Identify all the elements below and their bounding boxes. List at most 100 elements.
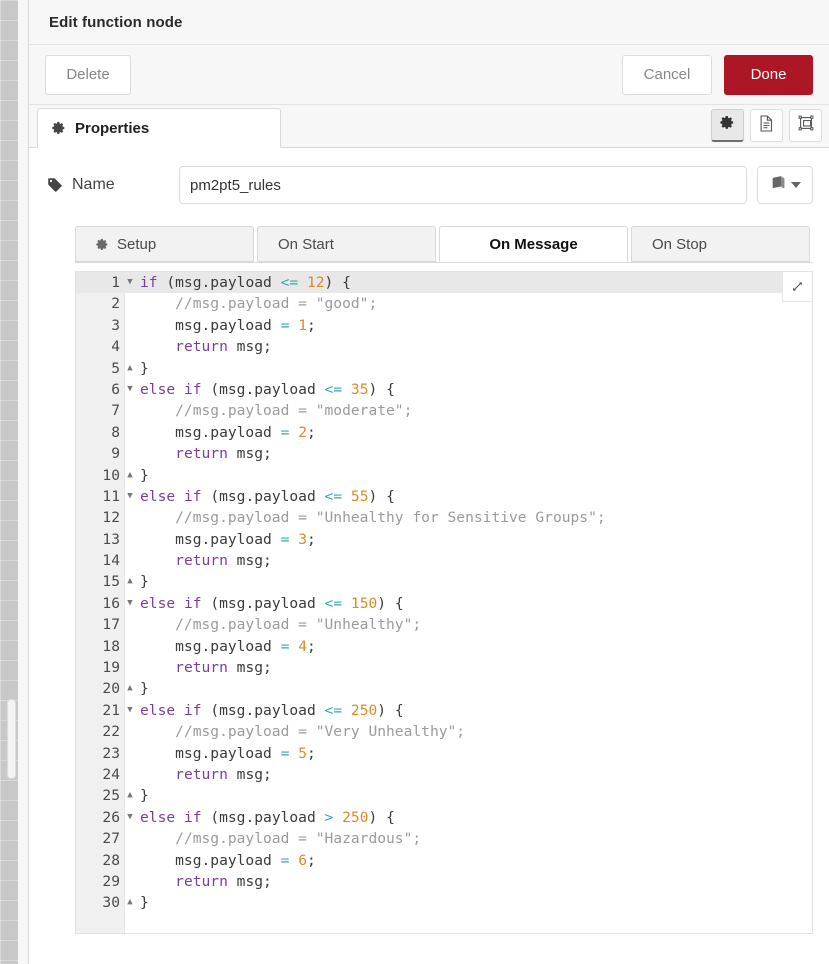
code-line-text: msg.payload = 4; (140, 637, 316, 655)
tab-properties-label: Properties (75, 119, 150, 137)
line-number: 22 (102, 723, 120, 741)
description-icon-button[interactable] (750, 109, 783, 142)
line-number: 18 (102, 637, 120, 655)
code-tab-bar: Setup On Start On Message On Stop (75, 226, 813, 263)
code-line[interactable]: 19 return msg; (76, 657, 812, 678)
description-icon (759, 114, 774, 137)
code-editor[interactable]: 1 ▼ if (msg.payload <= 12) {2 //msg.payloa… (75, 271, 813, 934)
delete-button[interactable]: Delete (45, 54, 131, 95)
code-line[interactable]: 21 ▼ else if (msg.payload <= 250) { (76, 700, 812, 721)
tab-on-stop[interactable]: On Stop (630, 226, 810, 262)
line-number: 26 ▼ (76, 807, 132, 828)
dialog-title: Edit function node (49, 13, 183, 31)
code-line-text: return msg; (175, 552, 272, 570)
tab-on-start[interactable]: On Start (257, 226, 437, 262)
code-line[interactable]: 28 msg.payload = 6; (76, 850, 812, 871)
code-line-text: msg.payload = 1; (140, 316, 316, 334)
code-line[interactable]: 20 ▲} (76, 678, 812, 699)
tab-on-message[interactable]: On Message (439, 226, 628, 262)
line-number: 4 (111, 338, 120, 356)
code-line-text: return msg; (175, 445, 272, 463)
code-line[interactable]: 25 ▲} (76, 785, 812, 806)
tab-setup-label: Setup (117, 235, 157, 253)
fold-down-icon[interactable]: ▼ (124, 700, 136, 721)
fold-down-icon[interactable]: ▼ (124, 272, 136, 293)
code-line[interactable]: 13 msg.payload = 3; (76, 529, 812, 550)
appearance-icon (798, 115, 814, 136)
fold-down-icon[interactable]: ▼ (124, 486, 136, 507)
code-line[interactable]: 10 ▲} (76, 465, 812, 486)
code-line[interactable]: 15 ▲} (76, 571, 812, 592)
fold-up-icon[interactable]: ▲ (124, 465, 136, 486)
code-line[interactable]: 1 ▼ if (msg.payload <= 12) { (76, 272, 812, 294)
line-number: 1 ▼ (76, 272, 133, 294)
cancel-button[interactable]: Cancel (622, 54, 712, 95)
code-line[interactable]: 2 //msg.payload = "good"; (76, 293, 812, 314)
node-library-button[interactable] (757, 166, 813, 204)
code-line[interactable]: 29 return msg; (76, 871, 812, 892)
code-line[interactable]: 4 return msg; (76, 336, 812, 357)
fold-up-icon[interactable]: ▲ (124, 678, 136, 699)
code-line[interactable]: 12 //msg.payload = "Unhealthy for Sensit… (76, 507, 812, 528)
book-icon (770, 175, 787, 196)
code-line-text: msg.payload = 2; (140, 423, 316, 441)
dialog-tabs-row: Properties (29, 105, 829, 148)
code-line[interactable]: 16 ▼ else if (msg.payload <= 150) { (76, 593, 812, 614)
code-line-text: else if (msg.payload <= 35) { (140, 380, 395, 398)
code-line-text: return msg; (175, 338, 272, 356)
line-number: 30 ▲ (76, 892, 132, 913)
code-line-text: //msg.payload = "moderate"; (140, 402, 413, 420)
code-line-text: } (140, 573, 149, 591)
appearance-icon-button[interactable] (789, 109, 822, 142)
tab-setup[interactable]: Setup (75, 226, 255, 262)
code-line[interactable]: 22 //msg.payload = "Very Unhealthy"; (76, 721, 812, 742)
line-number: 24 (102, 765, 120, 783)
code-line-text: return msg; (175, 872, 272, 890)
code-line-text: if (msg.payload <= 12) { (124, 272, 812, 294)
code-line[interactable]: 18 msg.payload = 4; (76, 636, 812, 657)
line-number: 9 (111, 445, 120, 463)
line-number: 5 ▲ (76, 358, 133, 379)
fold-down-icon[interactable]: ▼ (124, 593, 136, 614)
code-line[interactable]: 5 ▲} (76, 358, 812, 379)
name-label: Name (47, 176, 179, 194)
fold-up-icon[interactable]: ▲ (124, 785, 136, 806)
code-line[interactable]: 6 ▼ else if (msg.payload <= 35) { (76, 379, 812, 400)
line-number: 11 ▼ (76, 486, 132, 507)
fold-up-icon[interactable]: ▲ (124, 571, 136, 592)
code-line[interactable]: 3 msg.payload = 1; (76, 315, 812, 336)
code-line[interactable]: 9 return msg; (76, 443, 812, 464)
code-line[interactable]: 26 ▼ else if (msg.payload > 250) { (76, 807, 812, 828)
code-line-text: msg.payload = 3; (140, 530, 316, 548)
code-line[interactable]: 14 return msg; (76, 550, 812, 571)
code-line[interactable]: 27 //msg.payload = "Hazardous"; (76, 828, 812, 849)
code-line[interactable]: 11 ▼ else if (msg.payload <= 55) { (76, 486, 812, 507)
code-line[interactable]: 24 return msg; (76, 764, 812, 785)
properties-icon-button[interactable] (711, 109, 744, 142)
fold-up-icon[interactable]: ▲ (124, 892, 136, 913)
line-number: 17 (102, 616, 120, 634)
code-line-text: //msg.payload = "good"; (140, 295, 378, 313)
dialog-tab-icon-buttons (711, 109, 822, 142)
tab-properties[interactable]: Properties (37, 108, 281, 148)
code-line[interactable]: 17 //msg.payload = "Unhealthy"; (76, 614, 812, 635)
name-input[interactable] (179, 166, 747, 204)
code-line[interactable]: 30 ▲} (76, 892, 812, 913)
line-number: 6 ▼ (76, 379, 133, 400)
canvas-vertical-scrollbar[interactable] (7, 699, 16, 779)
code-line-text: else if (msg.payload <= 150) { (140, 594, 404, 612)
code-line[interactable]: 8 msg.payload = 2; (76, 422, 812, 443)
code-line-text: } (140, 680, 149, 698)
code-line-text: } (140, 359, 149, 377)
done-button[interactable]: Done (724, 54, 813, 95)
line-number: 7 (111, 402, 120, 420)
fold-up-icon[interactable]: ▲ (124, 358, 136, 379)
fold-down-icon[interactable]: ▼ (124, 379, 136, 400)
code-line[interactable]: 23 msg.payload = 5; (76, 743, 812, 764)
fold-down-icon[interactable]: ▼ (124, 807, 136, 828)
expand-icon[interactable] (782, 272, 812, 302)
code-line[interactable]: 7 //msg.payload = "moderate"; (76, 400, 812, 421)
line-number: 2 (111, 295, 120, 313)
editor-code-lines[interactable]: 1 ▼ if (msg.payload <= 12) {2 //msg.payloa… (76, 272, 812, 914)
line-number: 8 (111, 423, 120, 441)
